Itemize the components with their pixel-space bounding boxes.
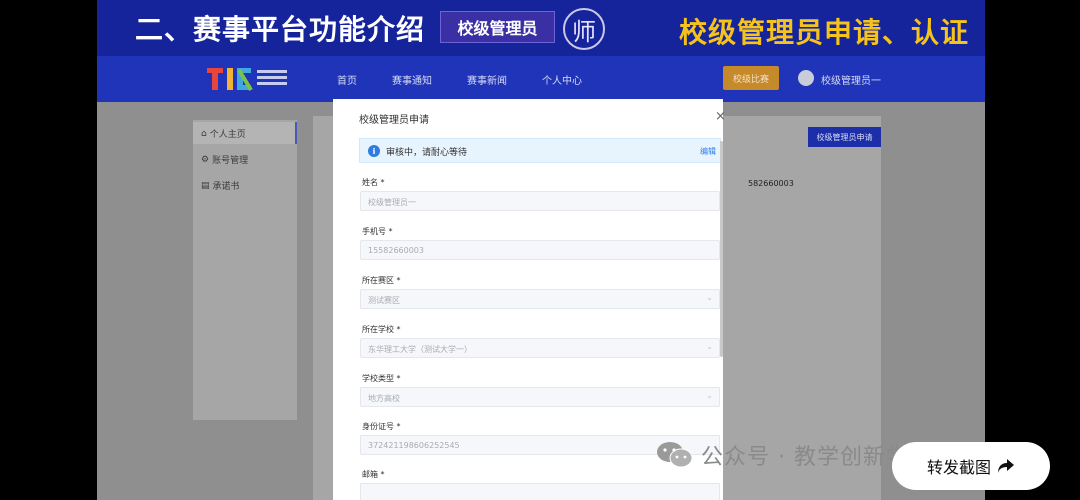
sidebar-item-label: 个人主页 [209, 130, 246, 140]
close-icon[interactable]: × [715, 109, 726, 124]
wechat-icon [657, 442, 693, 468]
region-select[interactable]: 测试赛区 ⌄ [360, 289, 720, 309]
nav-competition-news[interactable]: 赛事新闻 [467, 72, 507, 87]
home-icon: ⌂ [201, 128, 207, 139]
dialog-title: 校级管理员申请 [359, 115, 429, 126]
screenshot-frame: 二、赛事平台功能介绍 校级管理员 师 校级管理员申请、认证 首页 赛事通知 赛事… [97, 0, 985, 500]
sidebar-item-account[interactable]: ⚙ 账号管理 [201, 153, 249, 167]
name-field[interactable]: 校级管理员一 [360, 191, 720, 211]
phone-field[interactable]: 15582660003 [360, 240, 720, 260]
chevron-down-icon: ⌄ [706, 342, 713, 351]
nav-personal-center[interactable]: 个人中心 [542, 72, 582, 87]
name-value: 校级管理员一 [368, 198, 416, 207]
school-type-label: 学校类型 * [362, 374, 401, 383]
school-type-select[interactable]: 地方高校 ⌄ [360, 387, 720, 407]
sidebar-item-label: 账号管理 [212, 156, 249, 166]
share-label: 转发截图 [926, 458, 991, 477]
school-competition-button[interactable]: 校级比赛 [723, 66, 779, 90]
banner-title: 二、赛事平台功能介绍 [135, 13, 426, 46]
sidebar-item-home[interactable]: ⌂ 个人主页 [201, 127, 246, 141]
id-number-label: 身份证号 * [362, 422, 401, 431]
edit-link[interactable]: 编辑 [700, 146, 716, 157]
chevron-down-icon: ⌄ [706, 293, 713, 302]
sidebar: ⌂ 个人主页 ⚙ 账号管理 ▤ 承诺书 [193, 120, 297, 420]
region-value: 测试赛区 [368, 296, 400, 305]
dialog-scrollbar[interactable] [720, 141, 723, 357]
tic-logo-icon[interactable] [207, 64, 297, 94]
name-label: 姓名 * [362, 178, 385, 187]
admin-apply-button[interactable]: 校级管理员申请 [808, 127, 881, 147]
email-field[interactable] [360, 483, 720, 500]
banner-subtitle: 校级管理员申请、认证 [679, 16, 970, 49]
review-status-alert: i 审核中，请耐心等待 编辑 [359, 138, 721, 163]
nav-competition-notice[interactable]: 赛事通知 [392, 72, 432, 87]
banner-role-tag: 校级管理员 [440, 11, 555, 43]
id-number-value: 372421198606252545 [368, 441, 460, 450]
nav-home[interactable]: 首页 [337, 72, 357, 87]
gear-icon: ⚙ [201, 154, 210, 165]
phone-label: 手机号 * [362, 227, 393, 236]
document-icon: ▤ [201, 180, 210, 191]
sidebar-item-label: 承诺书 [212, 182, 240, 192]
chevron-down-icon: ⌄ [706, 391, 713, 400]
avatar[interactable] [798, 70, 814, 86]
slide-banner: 二、赛事平台功能介绍 校级管理员 师 校级管理员申请、认证 [97, 0, 985, 56]
share-arrow-icon [998, 459, 1014, 473]
alert-message: 审核中，请耐心等待 [386, 148, 468, 158]
region-label: 所在赛区 * [362, 276, 401, 285]
share-screenshot-button[interactable]: 转发截图 [892, 442, 1050, 490]
sidebar-item-pledge[interactable]: ▤ 承诺书 [201, 179, 240, 193]
email-label: 邮箱 * [362, 470, 385, 479]
school-select[interactable]: 东华理工大学（测试大学一） ⌄ [360, 338, 720, 358]
phone-value: 15582660003 [368, 246, 424, 255]
school-type-value: 地方高校 [368, 394, 400, 403]
school-value: 东华理工大学（测试大学一） [368, 345, 472, 354]
profile-phone-partial: 582660003 [748, 179, 794, 188]
nav-username[interactable]: 校级管理员一 [821, 72, 881, 87]
info-icon: i [368, 145, 380, 157]
top-navigation: 首页 赛事通知 赛事新闻 个人中心 校级比赛 校级管理员一 [97, 56, 985, 102]
teacher-seal-logo: 师 [563, 8, 605, 50]
school-label: 所在学校 * [362, 325, 401, 334]
